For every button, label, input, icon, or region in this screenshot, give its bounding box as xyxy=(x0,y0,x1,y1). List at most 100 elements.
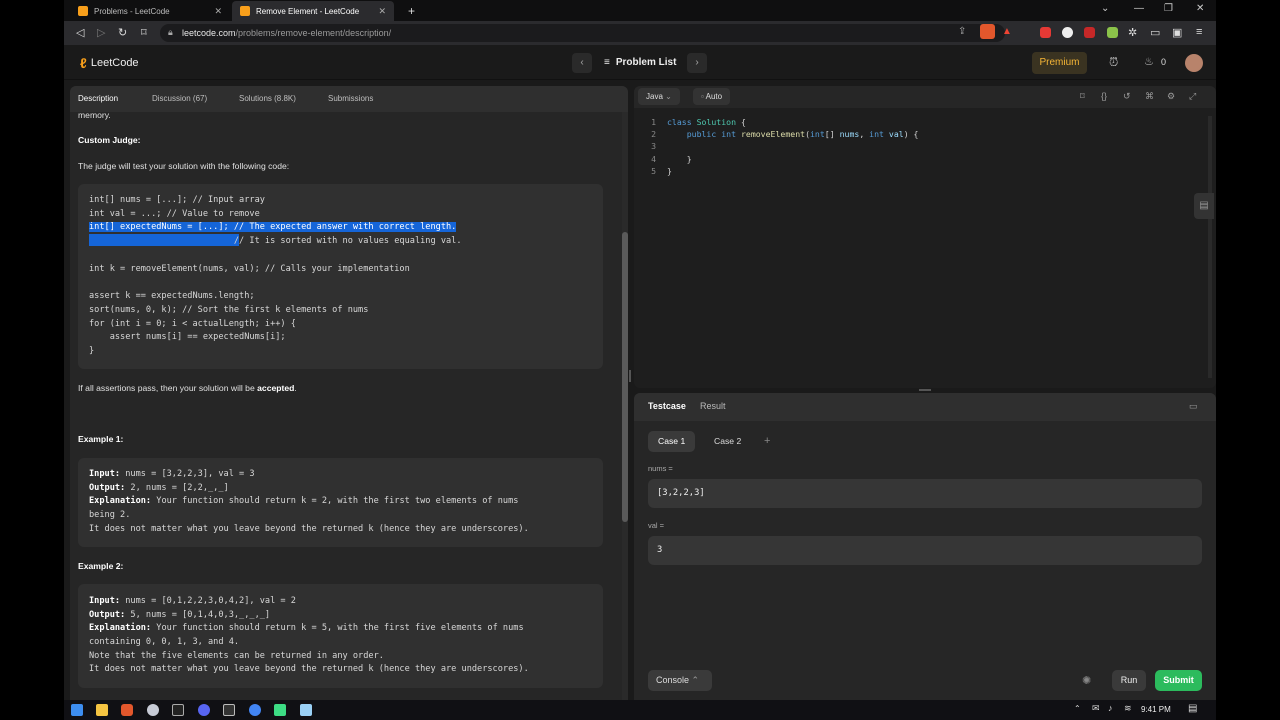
tab-search-icon[interactable]: ⌄ xyxy=(1101,3,1109,14)
new-tab-button[interactable]: + xyxy=(400,1,423,21)
prev-problem-button[interactable]: ‹ xyxy=(572,53,592,73)
editor-toolbar: Java ⌄ ▫ Auto ⌑ {} ↺ ⌘ ⚙ ⤢ xyxy=(634,86,1216,108)
editor-line-1[interactable]: class Solution { xyxy=(667,117,746,127)
auto-mode-button[interactable]: ▫ Auto xyxy=(693,88,731,105)
close-window-icon[interactable]: ✕ xyxy=(1196,3,1204,14)
tray-apps-icon[interactable]: ✉ xyxy=(1092,703,1100,714)
editor-line-4[interactable]: } xyxy=(667,154,692,164)
intellij-icon[interactable] xyxy=(172,704,184,716)
streak-flame-icon[interactable]: ♨ xyxy=(1144,55,1154,68)
taskbar-clock[interactable]: 9:41 PM xyxy=(1141,705,1171,714)
output-value: 5, nums = [0,1,4,0,3,_,_,_] xyxy=(125,610,271,620)
shortcut-icon[interactable]: ⌘ xyxy=(1145,91,1154,102)
reload-icon[interactable]: ↻ xyxy=(118,26,127,39)
problem-list-button[interactable]: ≡ Problem List xyxy=(604,57,676,68)
notes-side-tab-icon[interactable]: ▤ xyxy=(1194,193,1214,219)
extension-youtube-icon[interactable] xyxy=(1084,27,1095,38)
leetcode-logo[interactable]: ℓ LeetCode xyxy=(80,55,139,71)
val-input[interactable]: 3 xyxy=(648,536,1202,565)
panel-resize-handle[interactable] xyxy=(919,389,931,391)
code-line: for (int i = 0; i < actualLength; i++) { xyxy=(89,319,296,329)
tab-result[interactable]: Result xyxy=(700,401,726,411)
wallet-icon[interactable]: ▣ xyxy=(1172,26,1182,39)
menu-icon[interactable]: ≡ xyxy=(1196,26,1202,38)
braces-icon[interactable]: {} xyxy=(1101,91,1107,101)
collapse-panel-icon[interactable]: ▭ xyxy=(1189,401,1198,412)
line-number: 5 xyxy=(651,166,656,176)
extension-red-icon[interactable] xyxy=(1040,27,1051,38)
avatar[interactable] xyxy=(1185,54,1203,72)
close-tab-icon[interactable]: ✕ xyxy=(378,6,386,17)
run-button[interactable]: Run xyxy=(1112,670,1146,691)
problem-list-label: Problem List xyxy=(615,57,677,68)
tab-discussion[interactable]: Discussion (67) xyxy=(152,94,207,103)
scrollbar-thumb[interactable] xyxy=(622,232,628,522)
share-icon[interactable]: ⇪ xyxy=(958,26,966,37)
extension-grid-icon[interactable] xyxy=(1107,27,1118,38)
chevron-down-icon: ⌄ xyxy=(665,92,672,101)
list-icon: ≡ xyxy=(604,57,610,68)
windows-start-icon[interactable] xyxy=(71,704,83,716)
judge-intro-text: The judge will test your solution with t… xyxy=(78,161,290,171)
example2-explanation-3: Note that the five elements can be retur… xyxy=(89,651,384,661)
extension-circle-icon[interactable] xyxy=(1062,27,1073,38)
back-icon[interactable]: ◁ xyxy=(76,26,84,39)
explanation-text: Your function should return k = 2, with … xyxy=(151,496,519,506)
tab-testcase[interactable]: Testcase xyxy=(648,401,686,411)
vertical-resize-handle[interactable] xyxy=(629,370,631,382)
fullscreen-icon[interactable]: ⤢ xyxy=(1189,91,1196,102)
description-scrollbar[interactable] xyxy=(622,112,628,700)
volume-icon[interactable]: ♪ xyxy=(1108,703,1113,713)
wifi-icon[interactable]: ≋ xyxy=(1124,703,1132,714)
notepad-icon[interactable] xyxy=(300,704,312,716)
code-line: sort(nums, 0, k); // Sort the first k el… xyxy=(89,305,369,315)
chrome-icon[interactable] xyxy=(249,704,261,716)
next-problem-button[interactable]: › xyxy=(687,53,707,73)
restore-icon[interactable]: ❐ xyxy=(1164,3,1173,14)
editor-line-3[interactable] xyxy=(667,141,672,151)
brave-shield-icon[interactable] xyxy=(980,24,995,39)
tab-description[interactable]: Description xyxy=(78,94,118,103)
notifications-icon[interactable]: ▤ xyxy=(1188,703,1197,714)
windows-taskbar: ⌃ ✉ ♪ ≋ 9:41 PM ▤ xyxy=(64,700,1216,720)
editor-scrollbar[interactable] xyxy=(1208,116,1212,378)
submit-button[interactable]: Submit xyxy=(1155,670,1202,691)
timer-icon[interactable]: ⏰︎ xyxy=(1109,55,1118,70)
brave-rewards-icon[interactable]: ▲ xyxy=(1002,26,1012,37)
minimize-icon[interactable]: — xyxy=(1134,3,1144,14)
explanation-label: Explanation: xyxy=(89,496,152,506)
sidebar-icon[interactable]: ▭ xyxy=(1150,26,1160,39)
close-tab-icon[interactable]: ✕ xyxy=(214,6,222,17)
brave-browser-icon[interactable] xyxy=(121,704,133,716)
browser-tab-problems[interactable]: Problems - LeetCode ✕ xyxy=(70,1,230,21)
bookmark-icon[interactable]: ⌑ xyxy=(141,26,147,39)
app-icon[interactable] xyxy=(147,704,159,716)
pycharm-icon[interactable] xyxy=(223,704,235,716)
debug-bug-icon[interactable]: ✺ xyxy=(1082,674,1091,687)
case-2-tab[interactable]: Case 2 xyxy=(704,431,751,452)
discord-icon[interactable] xyxy=(198,704,210,716)
reset-icon[interactable]: ↺ xyxy=(1123,91,1131,102)
output-label: Output: xyxy=(89,483,126,493)
console-button[interactable]: Console ⌃ xyxy=(648,670,712,691)
browser-tab-remove-element[interactable]: Remove Element - LeetCode ✕ xyxy=(232,1,394,21)
custom-judge-heading: Custom Judge: xyxy=(78,135,141,145)
tray-chevron-icon[interactable]: ⌃ xyxy=(1074,704,1081,713)
case-1-tab[interactable]: Case 1 xyxy=(648,431,696,452)
android-icon[interactable] xyxy=(274,704,286,716)
bookmark-icon[interactable]: ⌑ xyxy=(1080,91,1085,102)
editor-line-5[interactable]: } xyxy=(667,166,672,176)
extensions-puzzle-icon[interactable]: ✲ xyxy=(1128,26,1137,39)
url-field[interactable]: 🔒︎ leetcode.com/problems/remove-element/… xyxy=(160,24,1012,42)
editor-line-2[interactable]: public int removeElement(int[] nums, int… xyxy=(667,129,919,139)
nums-input[interactable]: [3,2,2,3] xyxy=(648,479,1202,508)
premium-button[interactable]: Premium xyxy=(1032,52,1087,74)
tab-submissions[interactable]: Submissions xyxy=(328,94,373,103)
input-label: Input: xyxy=(89,596,121,606)
language-select[interactable]: Java ⌄ xyxy=(638,88,680,105)
forward-icon[interactable]: ▷ xyxy=(97,26,105,39)
tab-solutions[interactable]: Solutions (8.8K) xyxy=(239,94,296,103)
add-case-button[interactable]: + xyxy=(754,431,780,452)
file-explorer-icon[interactable] xyxy=(96,704,108,716)
settings-gear-icon[interactable]: ⚙ xyxy=(1167,91,1175,102)
